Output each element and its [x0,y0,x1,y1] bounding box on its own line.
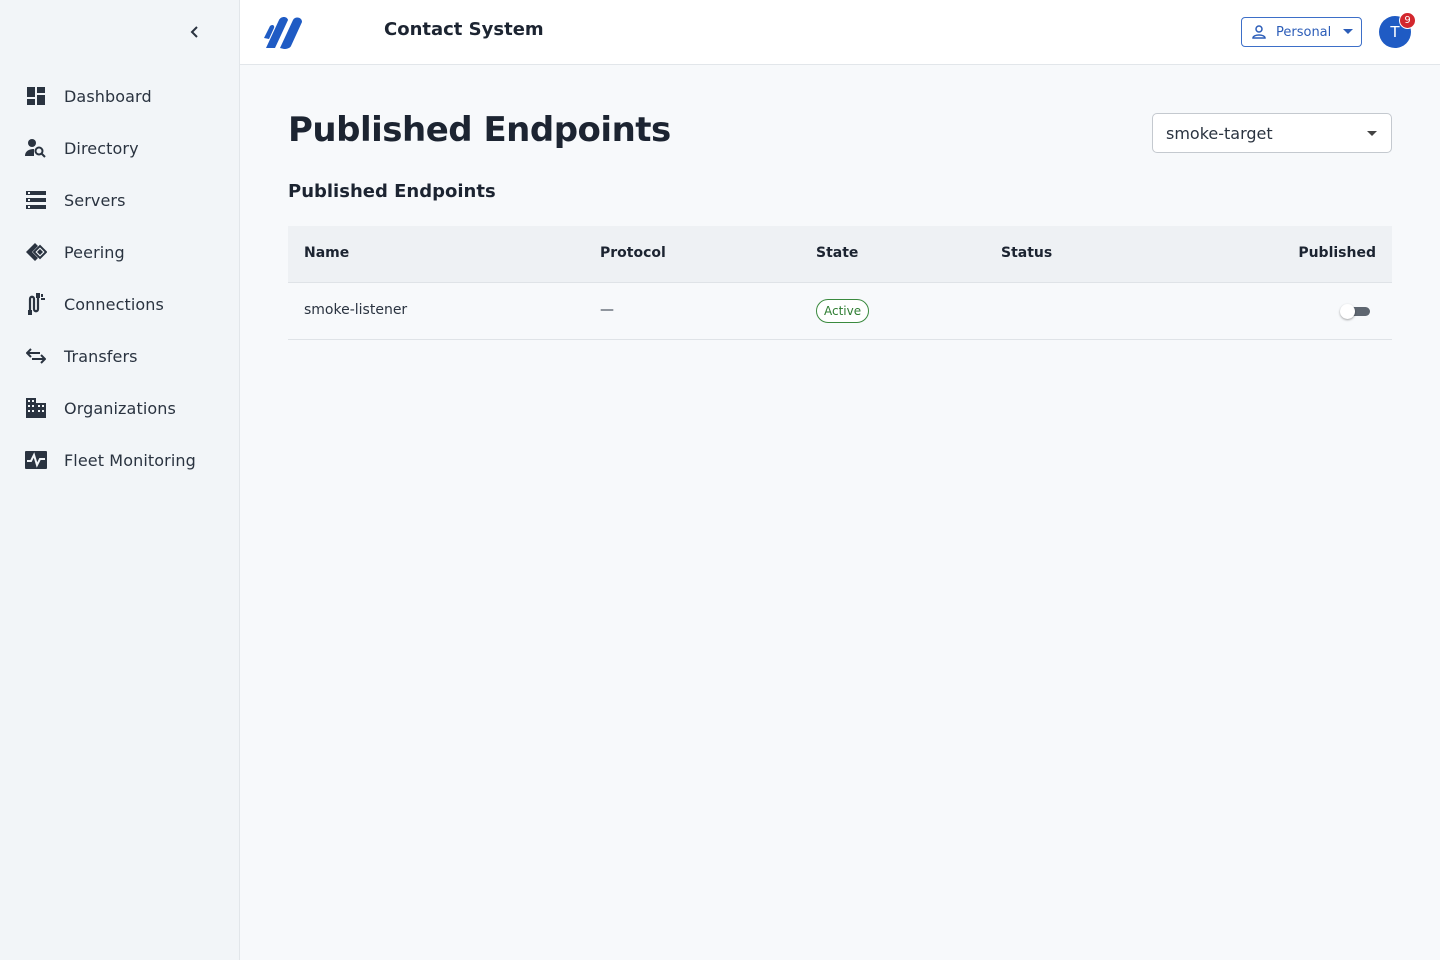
sidebar-item-label: Fleet Monitoring [64,450,196,470]
column-header-protocol[interactable]: Protocol [600,245,666,261]
column-header-published[interactable]: Published [1298,245,1376,261]
target-select[interactable]: smoke-target [1152,113,1392,153]
persona-switcher-button[interactable]: Personal [1241,17,1362,47]
sidebar-item-label: Peering [64,242,125,262]
app-logo[interactable] [262,14,306,50]
sidebar-item-connections[interactable]: Connections [0,278,239,330]
connections-icon [24,292,48,316]
top-header: Contact System Personal T 9 [240,0,1440,65]
page-title: Published Endpoints [288,110,671,150]
sidebar-item-label: Dashboard [64,86,152,106]
sidebar: Dashboard Directory Servers Peering Conn… [0,0,240,960]
sidebar-item-peering[interactable]: Peering [0,226,239,278]
peering-icon [24,240,48,264]
column-header-status[interactable]: Status [1001,245,1052,261]
monitoring-icon [24,448,48,472]
caret-down-icon [1343,29,1354,34]
table-header: Name Protocol State Status Published [288,226,1392,283]
transfers-icon [24,344,48,368]
sidebar-item-label: Transfers [64,346,138,366]
sidebar-item-fleet-monitoring[interactable]: Fleet Monitoring [0,434,239,486]
endpoint-name: smoke-listener [304,302,408,318]
endpoints-table: Name Protocol State Status Published smo… [288,226,1392,340]
sidebar-item-transfers[interactable]: Transfers [0,330,239,382]
servers-icon [24,188,48,212]
sidebar-item-label: Connections [64,294,164,314]
sidebar-item-label: Servers [64,190,126,210]
person-icon [1252,25,1266,39]
sidebar-item-dashboard[interactable]: Dashboard [0,70,239,122]
buildings-icon [24,396,48,420]
dashboard-icon [24,84,48,108]
sidebar-item-label: Organizations [64,398,176,418]
column-header-name[interactable]: Name [304,245,349,261]
collapse-sidebar-button[interactable] [182,19,208,45]
section-title: Published Endpoints [288,181,496,202]
published-toggle[interactable] [1340,304,1370,319]
sidebar-nav: Dashboard Directory Servers Peering Conn… [0,70,239,486]
status-badge: Active [816,299,870,323]
person-search-icon [24,136,48,160]
column-header-state[interactable]: State [816,245,858,261]
sidebar-item-label: Directory [64,138,139,158]
sidebar-item-servers[interactable]: Servers [0,174,239,226]
notification-badge: 9 [1399,12,1416,29]
caret-down-icon [1367,130,1377,136]
endpoint-protocol: — [600,302,614,318]
chevron-left-icon [190,26,198,38]
target-select-value: smoke-target [1166,123,1273,143]
persona-label: Personal [1276,24,1332,40]
sidebar-item-directory[interactable]: Directory [0,122,239,174]
sidebar-item-organizations[interactable]: Organizations [0,382,239,434]
app-title: Contact System [384,19,544,40]
toggle-knob [1340,304,1355,319]
